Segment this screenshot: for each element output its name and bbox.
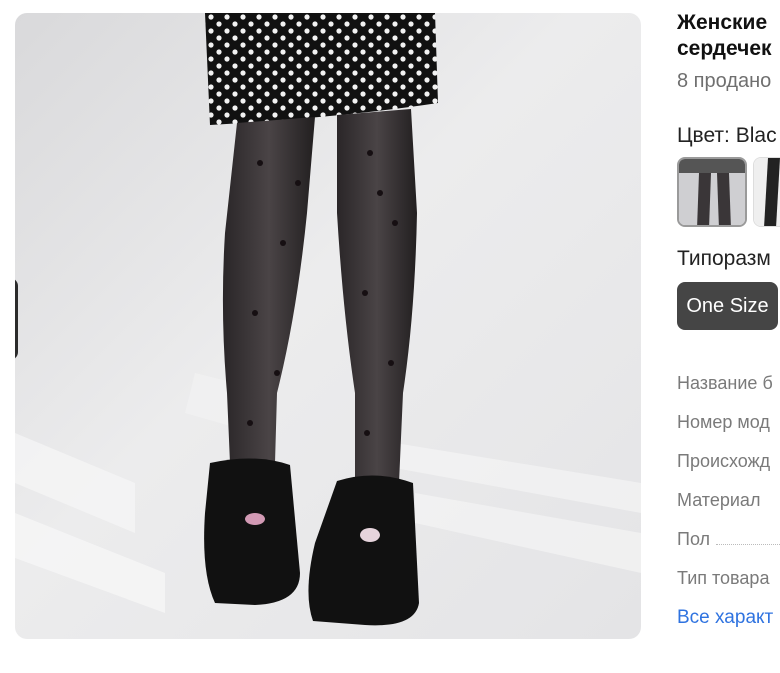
spec-row: Тип товара: [677, 568, 770, 588]
gallery-prev-tab[interactable]: [15, 278, 18, 360]
product-title: Женские сердечек: [677, 11, 772, 60]
color-thumbnail[interactable]: [753, 157, 780, 227]
size-label: Типоразм: [677, 247, 771, 270]
spec-row: Пол: [677, 529, 780, 550]
product-main-image[interactable]: [15, 13, 641, 639]
sold-count: 8 продано: [677, 70, 772, 92]
product-info-panel: Женские сердечек 8 продано Цвет: Blac Ти…: [677, 0, 780, 673]
product-photo: [15, 13, 641, 626]
spec-row: Номер мод: [677, 412, 770, 432]
spec-row: Материал: [677, 490, 761, 510]
color-thumbnail-selected[interactable]: [677, 157, 747, 227]
spec-row: Происхожд: [677, 451, 771, 471]
size-option-button[interactable]: One Size: [677, 282, 778, 330]
color-label: Цвет: Blac: [677, 124, 777, 147]
spec-dotted-leader: [716, 544, 780, 545]
spec-row: Название б: [677, 373, 773, 393]
all-specs-link[interactable]: Все характ: [677, 607, 773, 629]
